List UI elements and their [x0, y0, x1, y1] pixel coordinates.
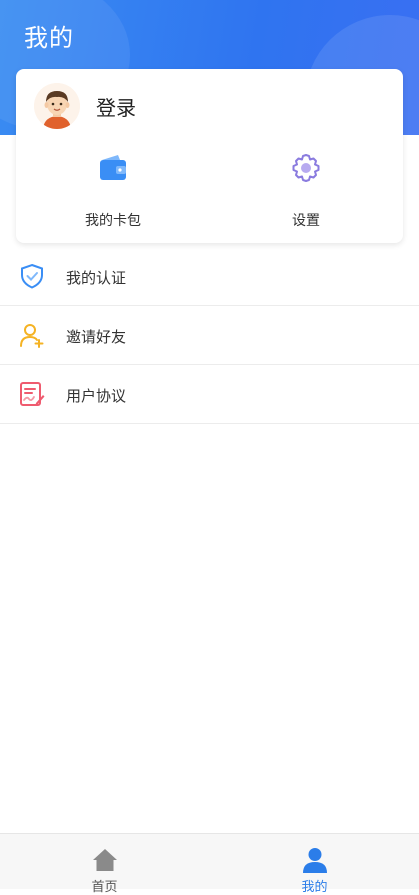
menu-item-label: 邀请好友	[66, 328, 127, 346]
shield-check-icon	[19, 263, 45, 289]
menu-item-label: 我的认证	[66, 269, 127, 287]
menu-list: 我的认证 邀请好友 用户协议	[0, 247, 419, 424]
menu-item-user-agreement[interactable]: 用户协议	[0, 365, 419, 424]
bottom-tab-bar: 首页 我的	[0, 833, 419, 895]
avatar[interactable]	[34, 83, 80, 129]
profile-card: 登录 我的卡包 设置	[16, 69, 403, 243]
menu-item-invite-friends[interactable]: 邀请好友	[0, 306, 419, 365]
tab-label: 首页	[91, 880, 118, 895]
add-user-icon	[19, 322, 45, 348]
shortcut-label: 设置	[292, 213, 320, 229]
avatar-icon	[34, 83, 80, 129]
home-icon	[91, 846, 119, 874]
shortcut-label: 我的卡包	[85, 213, 141, 229]
shortcut-settings[interactable]: 设置	[246, 151, 366, 229]
page-title: 我的	[24, 24, 74, 52]
gear-icon	[289, 151, 323, 185]
menu-item-label: 用户协议	[66, 387, 127, 405]
shortcut-card-wallet[interactable]: 我的卡包	[53, 151, 173, 229]
tab-profile[interactable]: 我的	[210, 834, 419, 895]
wallet-icon	[96, 151, 130, 185]
agreement-icon	[19, 381, 45, 407]
login-link[interactable]: 登录	[96, 92, 136, 121]
tab-label: 我的	[301, 880, 328, 895]
tab-home[interactable]: 首页	[0, 834, 209, 895]
menu-item-verification[interactable]: 我的认证	[0, 247, 419, 306]
user-icon	[301, 846, 329, 874]
